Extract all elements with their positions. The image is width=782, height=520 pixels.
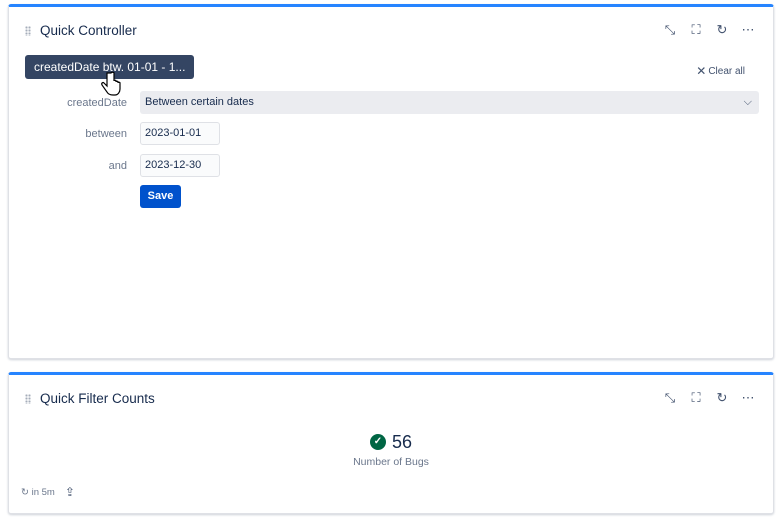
share-icon[interactable]: ⇪ [65, 485, 75, 499]
start-date-input[interactable]: 2023-01-01 [140, 122, 220, 145]
more-icon[interactable]: ⋯ [741, 22, 755, 37]
field-label: createdDate [67, 97, 127, 109]
fullscreen-icon[interactable]: ⛶ [689, 22, 703, 37]
auto-refresh-indicator: ↻ in 5m [21, 486, 55, 498]
hand-cursor-icon [101, 71, 121, 96]
close-icon: ✕ [696, 64, 707, 78]
refresh-icon: ↻ [21, 486, 29, 498]
end-date-input[interactable]: 2023-12-30 [140, 154, 220, 177]
fullscreen-icon[interactable]: ⛶ [689, 390, 703, 405]
count-value: 56 [391, 431, 413, 452]
chevron-down-icon: ⌵ [743, 96, 752, 108]
refresh-icon[interactable]: ↻ [715, 390, 729, 405]
save-button[interactable]: Save [140, 185, 181, 208]
more-icon[interactable]: ⋯ [741, 390, 755, 405]
check-circle-icon: ✓ [369, 434, 386, 450]
drag-handle-icon[interactable] [25, 25, 31, 36]
gadget-title: Quick Filter Counts [40, 391, 155, 406]
minimize-icon[interactable]: ⤡ [663, 22, 677, 37]
minimize-icon[interactable]: ⤡ [663, 390, 677, 405]
quick-controller-gadget: Quick Controller ⤡ ⛶ ↻ ⋯ createdDate btw… [8, 4, 774, 359]
drag-handle-icon[interactable] [25, 393, 31, 404]
clear-all-button[interactable]: ✕ Clear all [696, 64, 745, 78]
refresh-icon[interactable]: ↻ [715, 22, 729, 37]
metric-label: Number of Bugs [353, 455, 429, 468]
gadget-title: Quick Controller [40, 23, 137, 38]
between-label: between [85, 128, 127, 140]
quick-filter-counts-gadget: Quick Filter Counts ⤡ ⛶ ↻ ⋯ ✓ 56 Number o… [8, 372, 774, 514]
date-condition-select[interactable]: Between certain dates ⌵ [140, 91, 759, 114]
and-label: and [108, 160, 127, 172]
